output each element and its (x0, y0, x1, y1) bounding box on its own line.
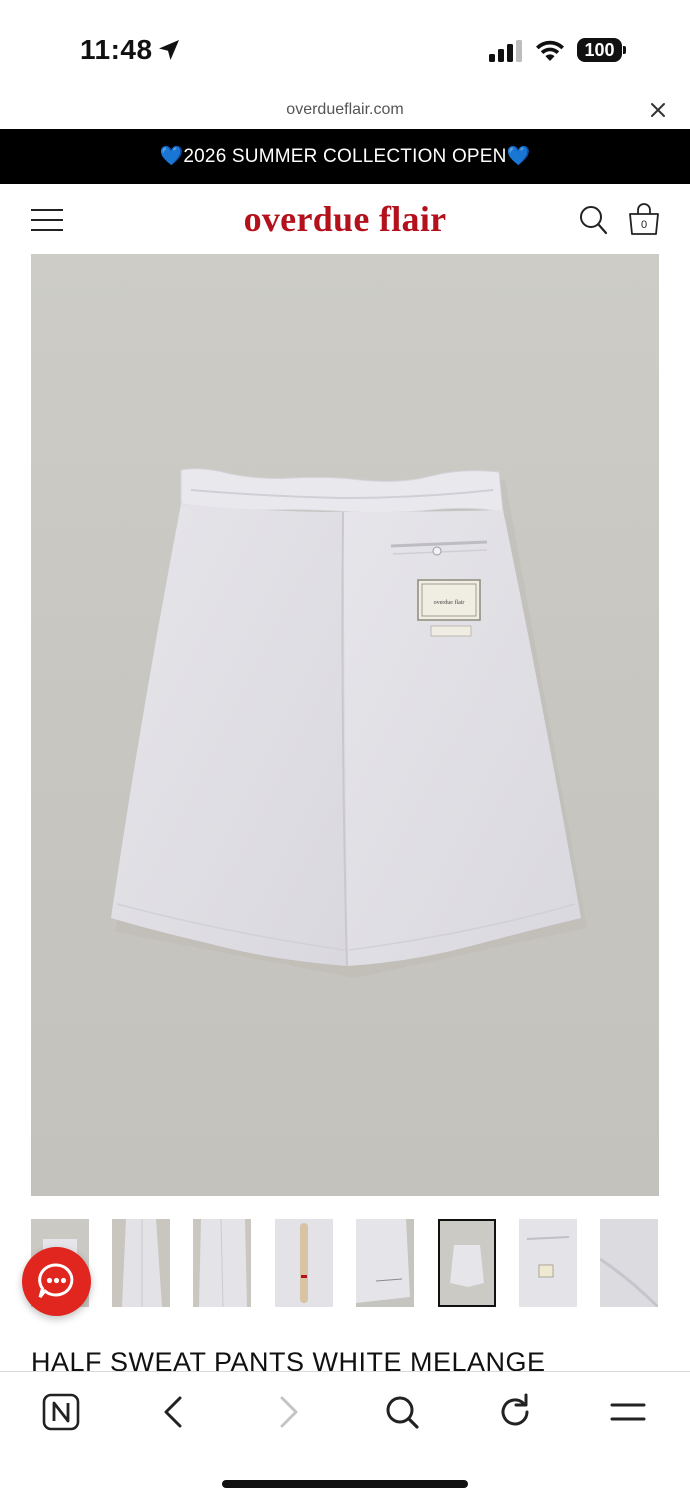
naver-home-icon[interactable] (39, 1390, 83, 1434)
chat-button[interactable] (22, 1247, 91, 1316)
battery-icon: 100 (577, 38, 627, 62)
close-icon[interactable] (648, 100, 668, 120)
thumbnail[interactable] (356, 1219, 414, 1307)
thumbnail[interactable] (193, 1219, 251, 1307)
thumbnail[interactable] (275, 1219, 333, 1307)
thumbnail[interactable] (112, 1219, 170, 1307)
browser-toolbar (0, 1371, 690, 1500)
url-text[interactable]: overdueflair.com (0, 101, 690, 119)
cart-count: 0 (640, 219, 648, 231)
search-icon[interactable] (578, 204, 608, 236)
status-time: 11:48 (80, 34, 153, 65)
url-bar[interactable]: overdueflair.com (0, 95, 690, 129)
thumbnail-active[interactable] (438, 1219, 496, 1307)
status-bar: 11:48 100 (0, 0, 690, 95)
menu-icon[interactable] (606, 1390, 650, 1434)
promo-banner[interactable]: 💙2026 SUMMER COLLECTION OPEN💙 (0, 129, 690, 184)
thumbnail[interactable] (519, 1219, 577, 1307)
battery-level: 100 (584, 40, 615, 60)
forward-icon[interactable] (266, 1390, 310, 1434)
back-icon[interactable] (152, 1390, 196, 1434)
product-title: HALF SWEAT PANTS WHITE MELANGE (31, 1347, 546, 1371)
thumbnail-strip (31, 1219, 659, 1307)
chat-bubble-icon (38, 1263, 74, 1298)
location-arrow-icon (159, 40, 179, 60)
product-main-image[interactable]: overdue flair (31, 254, 659, 1196)
search-icon[interactable] (380, 1390, 424, 1434)
label-brand-text: overdue flair (434, 599, 465, 606)
promo-text: 💙2026 SUMMER COLLECTION OPEN💙 (159, 146, 531, 167)
signal-icon (489, 40, 522, 62)
thumbnail[interactable] (600, 1219, 658, 1307)
reload-icon[interactable] (493, 1390, 537, 1434)
shorts-illustration: overdue flair (111, 468, 587, 978)
site-header: overdue flair 0 (0, 184, 690, 254)
home-indicator (222, 1480, 468, 1488)
wifi-icon (536, 40, 564, 61)
